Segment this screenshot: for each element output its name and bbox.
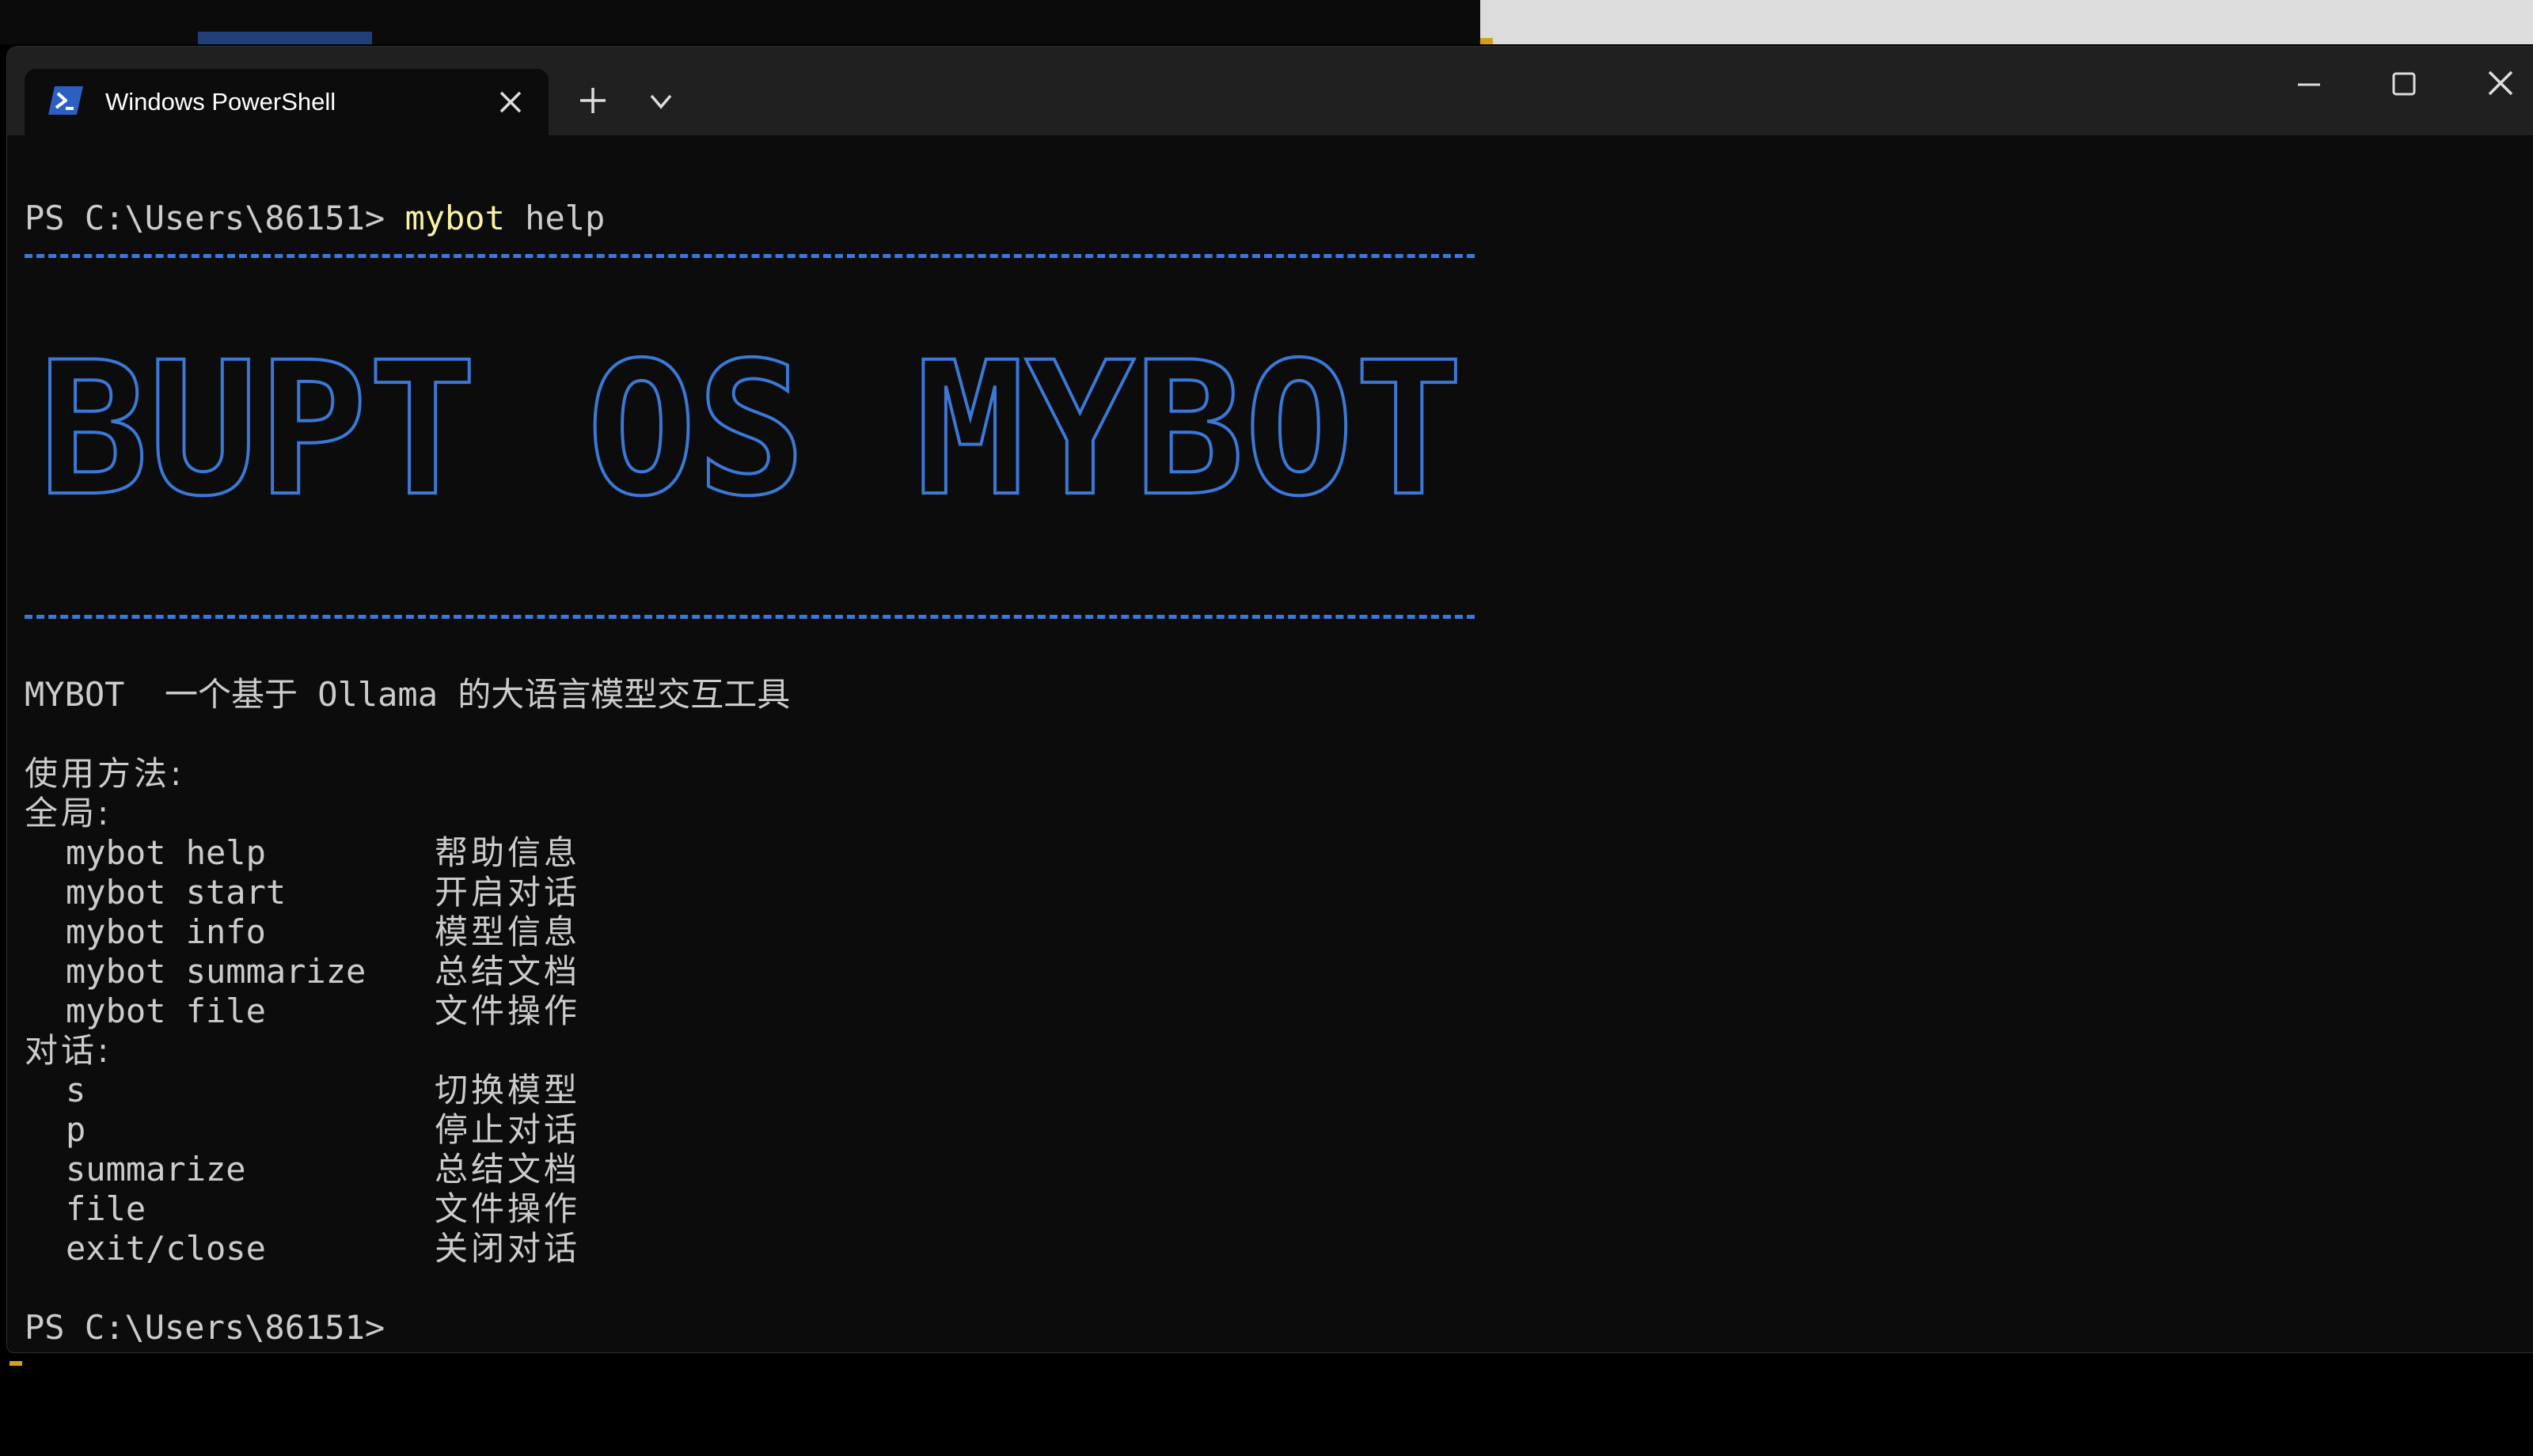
- title-bar[interactable]: Windows PowerShell: [7, 47, 2533, 135]
- global-command: mybot summarize: [66, 952, 366, 991]
- global-command-desc: 模型信息: [435, 912, 581, 951]
- background-app-strip: [0, 0, 2533, 44]
- dialog-command-desc: 总结文档: [435, 1150, 581, 1189]
- global-command-desc: 帮助信息: [435, 833, 581, 872]
- plus-icon[interactable]: [574, 82, 612, 119]
- tab-windows-powershell[interactable]: Windows PowerShell: [25, 69, 549, 135]
- ascii-banner: BUPT OS MYBOT: [37, 325, 1465, 523]
- background-accent: [9, 1361, 22, 1366]
- background-accent: [1480, 38, 1493, 44]
- background-document: [1480, 0, 2533, 44]
- usage-heading: 使用方法:: [25, 754, 185, 793]
- global-command: mybot help: [66, 833, 266, 872]
- description: MYBOT 一个基于 Ollama 的大语言模型交互工具: [25, 675, 791, 714]
- dialog-command: file: [66, 1189, 146, 1228]
- global-command: mybot start: [66, 873, 287, 912]
- dialog-command: s: [66, 1071, 86, 1109]
- terminal-output[interactable]: PS C:\Users\86151> mybot help BUPT OS MY…: [7, 135, 2533, 1352]
- tab-title: Windows PowerShell: [105, 88, 336, 116]
- global-command-desc: 开启对话: [435, 873, 581, 912]
- command-name: mybot: [404, 199, 505, 237]
- powershell-icon: [48, 86, 83, 115]
- command-arg: help: [504, 199, 606, 237]
- dialog-command-desc: 文件操作: [435, 1189, 581, 1228]
- close-icon[interactable]: [2478, 66, 2523, 104]
- global-command: mybot file: [66, 992, 266, 1030]
- dialog-heading: 对话:: [25, 1031, 112, 1070]
- final-prompt: PS C:\Users\86151>: [25, 1308, 385, 1347]
- global-command-desc: 文件操作: [435, 992, 581, 1030]
- tab-close-icon[interactable]: [492, 83, 530, 121]
- prompt: PS C:\Users\86151>: [25, 199, 405, 237]
- command-line: PS C:\Users\86151> mybot help: [25, 199, 605, 238]
- dialog-command-desc: 关闭对话: [435, 1229, 581, 1268]
- banner-rule-bottom: [25, 615, 1475, 619]
- dialog-command-desc: 停止对话: [435, 1110, 581, 1149]
- minimize-icon[interactable]: [2287, 66, 2331, 104]
- banner-rule-top: [25, 254, 1475, 258]
- dialog-command: p: [66, 1110, 86, 1149]
- chevron-down-icon[interactable]: [642, 86, 680, 118]
- terminal-window: Windows PowerShell PS C:\Users\86151> my…: [6, 46, 2533, 1353]
- global-command: mybot info: [66, 912, 266, 951]
- dialog-command: summarize: [66, 1150, 246, 1189]
- dialog-command-desc: 切换模型: [435, 1071, 581, 1109]
- global-heading: 全局:: [25, 794, 112, 832]
- global-command-desc: 总结文档: [435, 952, 581, 991]
- maximize-icon[interactable]: [2382, 66, 2426, 104]
- banner-text: BUPT OS MYBOT: [39, 325, 1464, 523]
- background-bottom: [0, 1361, 2533, 1456]
- dialog-command: exit/close: [66, 1229, 266, 1268]
- background-link: [198, 32, 372, 44]
